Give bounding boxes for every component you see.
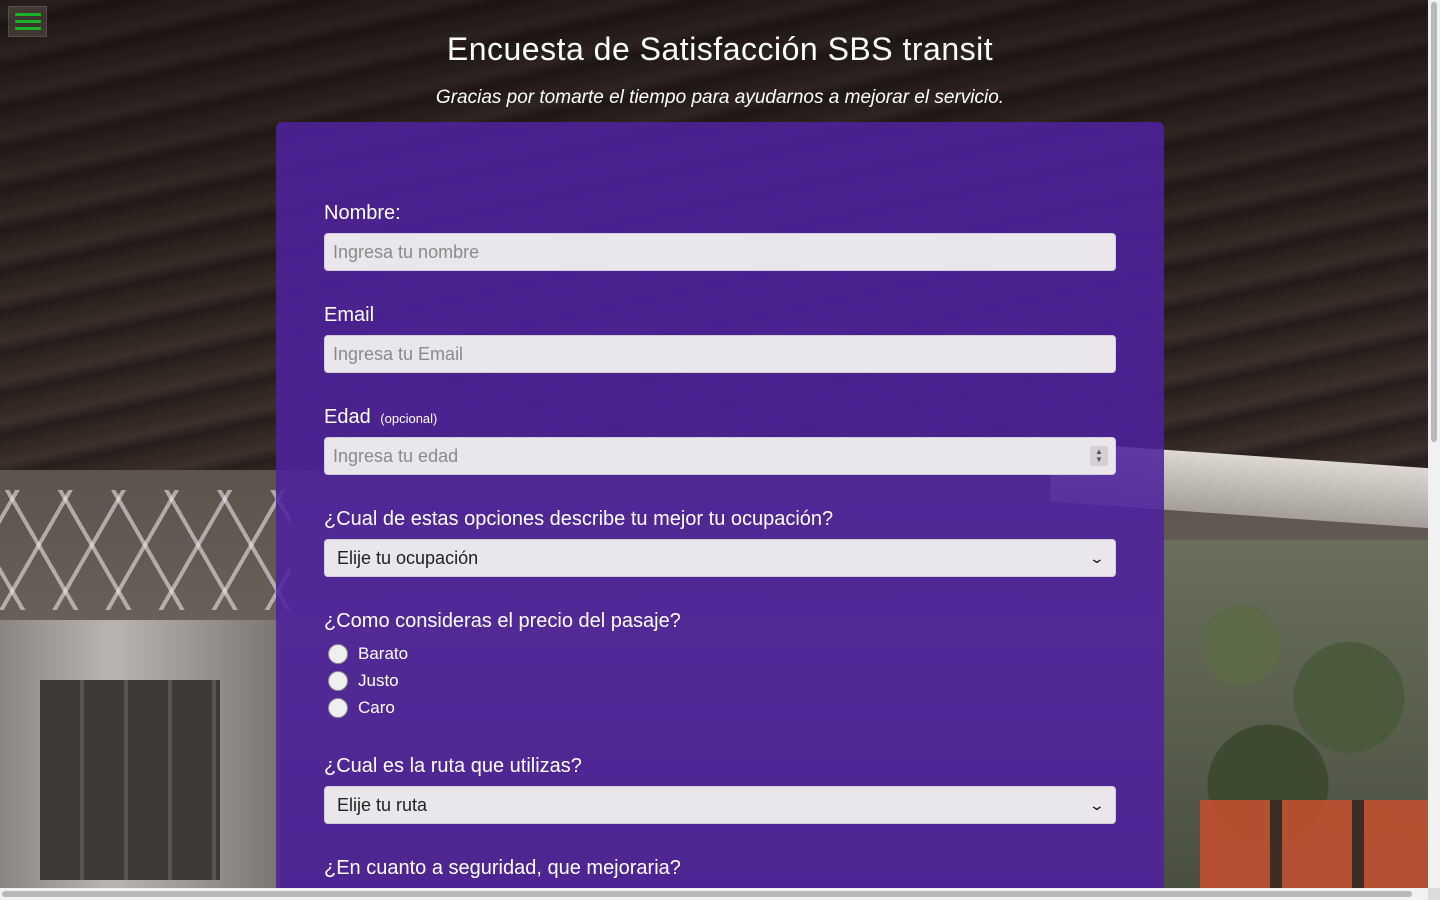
chevron-down-icon: ⌄ <box>1088 549 1106 566</box>
vertical-scrollbar-thumb[interactable] <box>1431 2 1437 442</box>
radio-button[interactable] <box>328 671 348 691</box>
security-group: ¿En cuanto a seguridad, que mejoraria? <box>324 856 1116 880</box>
price-label: ¿Como consideras el precio del pasaje? <box>324 610 681 632</box>
price-option-caro[interactable]: Caro <box>328 696 395 720</box>
radio-button[interactable] <box>328 644 348 664</box>
radio-label: Caro <box>358 698 395 717</box>
chevron-down-icon: ⌄ <box>1088 796 1106 813</box>
hamburger-icon-bar <box>14 27 41 30</box>
route-selected-value: Elije tu ruta <box>337 794 428 815</box>
price-group: ¿Como consideras el precio del pasaje? B… <box>324 609 1116 719</box>
occupation-select[interactable]: Elije tu ocupación ⌄ <box>324 539 1116 577</box>
age-group: Edad (opcional) ▲ ▼ <box>324 405 1116 475</box>
page-subtitle: Gracias por tomarte el tiempo para ayuda… <box>435 87 1005 108</box>
name-input[interactable] <box>324 233 1116 271</box>
hamburger-icon-bar <box>14 13 41 16</box>
background-benches <box>1200 800 1428 888</box>
route-group: ¿Cual es la ruta que utilizas? Elije tu … <box>324 754 1116 824</box>
radio-button[interactable] <box>328 698 348 718</box>
horizontal-scrollbar-thumb[interactable] <box>2 891 1412 897</box>
email-group: Email <box>324 303 1116 373</box>
age-label: Edad (opcional) <box>324 405 1116 431</box>
name-group: Nombre: <box>324 201 1116 271</box>
price-option-barato[interactable]: Barato <box>328 642 408 666</box>
occupation-group: ¿Cual de estas opciones describe tu mejo… <box>324 507 1116 577</box>
occupation-selected-value: Elije tu ocupación <box>337 547 479 568</box>
age-label-text: Edad <box>324 406 371 428</box>
name-label: Nombre: <box>324 202 401 224</box>
radio-label: Justo <box>358 671 399 690</box>
horizontal-scrollbar[interactable] <box>0 888 1428 900</box>
survey-form: Nombre: Email Edad (opcional) ▲ ▼ ¿Cual … <box>276 122 1164 900</box>
spinner-down-icon[interactable]: ▼ <box>1095 456 1103 464</box>
age-spinner[interactable]: ▲ ▼ <box>1090 446 1108 466</box>
age-input[interactable] <box>324 437 1116 475</box>
background-trusses <box>0 490 290 610</box>
radio-label: Barato <box>358 644 409 663</box>
hamburger-icon-bar <box>14 20 41 23</box>
security-label: ¿En cuanto a seguridad, que mejoraria? <box>324 857 681 879</box>
occupation-label: ¿Cual de estas opciones describe tu mejo… <box>324 508 834 530</box>
email-label: Email <box>324 304 375 326</box>
route-select[interactable]: Elije tu ruta ⌄ <box>324 786 1116 824</box>
price-option-justo[interactable]: Justo <box>328 669 399 693</box>
email-input[interactable] <box>324 335 1116 373</box>
route-label: ¿Cual es la ruta que utilizas? <box>324 755 582 777</box>
background-building <box>0 620 280 888</box>
scrollbar-corner <box>1428 888 1440 900</box>
vertical-scrollbar[interactable] <box>1428 0 1440 888</box>
page-title: Encuesta de Satisfacción SBS transit <box>446 31 994 67</box>
age-optional-note: (opcional) <box>380 411 438 426</box>
